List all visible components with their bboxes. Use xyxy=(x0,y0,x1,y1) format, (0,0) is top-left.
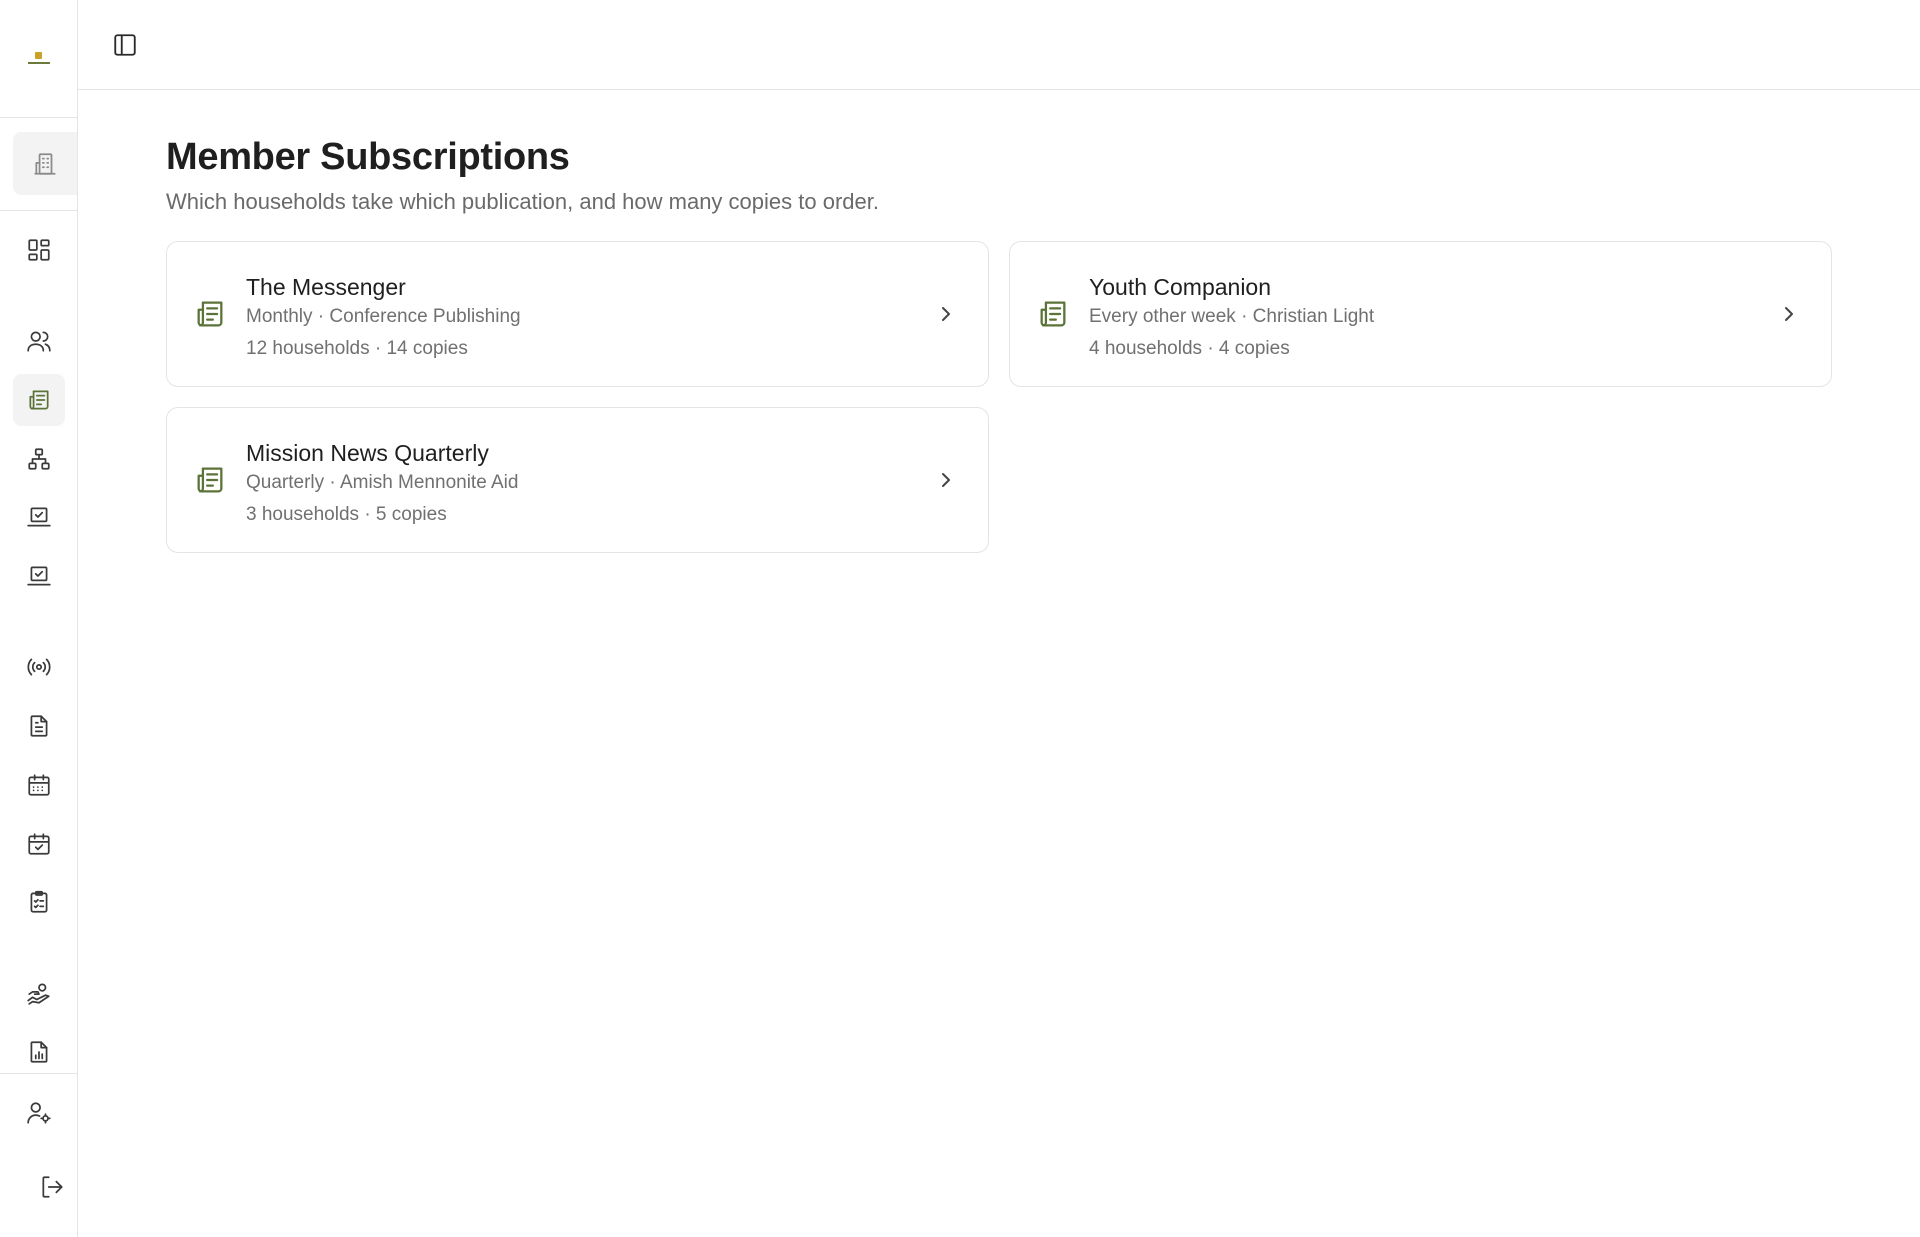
nav-logout[interactable] xyxy=(26,1161,78,1213)
nav-organization[interactable] xyxy=(13,433,65,485)
hand-coins-icon xyxy=(27,983,50,1005)
subscription-meta: Every other week · Christian Light xyxy=(1089,306,1375,327)
subscription-stats: 3 households · 5 copies xyxy=(246,504,447,525)
nav-documents[interactable] xyxy=(13,700,65,752)
subscription-title: Mission News Quarterly xyxy=(246,440,489,466)
users-icon xyxy=(27,331,51,352)
calendar-icon xyxy=(28,774,50,796)
subscription-card[interactable]: Youth Companion Every other week · Chris… xyxy=(1009,241,1832,387)
calendar-check-icon xyxy=(28,833,50,855)
nav-user-settings[interactable] xyxy=(13,1087,65,1139)
nav-broadcast[interactable] xyxy=(13,641,65,693)
logo-mark xyxy=(27,51,51,66)
newspaper-icon xyxy=(197,301,223,327)
sidebar xyxy=(0,0,78,1237)
report-icon xyxy=(30,1041,48,1063)
user-gear-icon xyxy=(27,1102,51,1124)
newspaper-icon xyxy=(29,390,49,410)
logout-icon xyxy=(42,1176,63,1198)
org-switcher-row xyxy=(0,118,77,211)
subscription-card[interactable]: Mission News Quarterly Quarterly · Amish… xyxy=(166,407,989,553)
org-switcher-button[interactable] xyxy=(13,132,77,195)
chevron-right-icon xyxy=(942,473,950,487)
page-title: Member Subscriptions xyxy=(166,136,570,178)
nav-members[interactable] xyxy=(13,315,65,367)
main-content: Member Subscriptions Which households ta… xyxy=(166,130,1832,218)
subscription-stats: 12 households · 14 copies xyxy=(246,338,468,359)
top-bar xyxy=(78,0,1920,90)
chevron-right-icon xyxy=(1785,307,1793,321)
hierarchy-icon xyxy=(28,448,50,470)
nav-giving[interactable] xyxy=(13,967,65,1019)
sidebar-toggle-icon xyxy=(114,34,136,56)
sidebar-divider xyxy=(0,1073,77,1074)
subscription-title: The Messenger xyxy=(246,274,406,300)
laptop-check-icon xyxy=(27,507,51,527)
nav-tasks[interactable] xyxy=(13,876,65,928)
chevron-right-icon xyxy=(942,307,950,321)
building-icon xyxy=(34,152,56,175)
document-icon xyxy=(30,715,48,737)
grid-icon xyxy=(28,239,50,261)
page-subtitle: Which households take which publication,… xyxy=(166,189,879,214)
newspaper-icon xyxy=(197,467,223,493)
subscription-meta: Quarterly · Amish Mennonite Aid xyxy=(246,472,519,493)
nav-checkin[interactable] xyxy=(13,491,65,543)
nav-dashboard[interactable] xyxy=(13,224,65,276)
nav-reports[interactable] xyxy=(13,1026,65,1078)
clipboard-icon xyxy=(30,890,48,913)
subscription-stats: 4 households · 4 copies xyxy=(1089,338,1290,359)
subscription-title: Youth Companion xyxy=(1089,274,1272,300)
laptop-check-icon xyxy=(27,566,51,586)
nav-checkin-2[interactable] xyxy=(13,550,65,602)
app-logo[interactable] xyxy=(0,0,77,118)
subscription-card[interactable]: The Messenger Monthly · Conference Publi… xyxy=(166,241,989,387)
nav-events[interactable] xyxy=(13,818,65,870)
sidebar-toggle-button[interactable] xyxy=(110,30,140,60)
broadcast-icon xyxy=(27,658,51,676)
newspaper-icon xyxy=(1040,301,1066,327)
nav-subscriptions[interactable] xyxy=(13,374,65,426)
subscription-meta: Monthly · Conference Publishing xyxy=(246,306,521,327)
nav-calendar[interactable] xyxy=(13,759,65,811)
